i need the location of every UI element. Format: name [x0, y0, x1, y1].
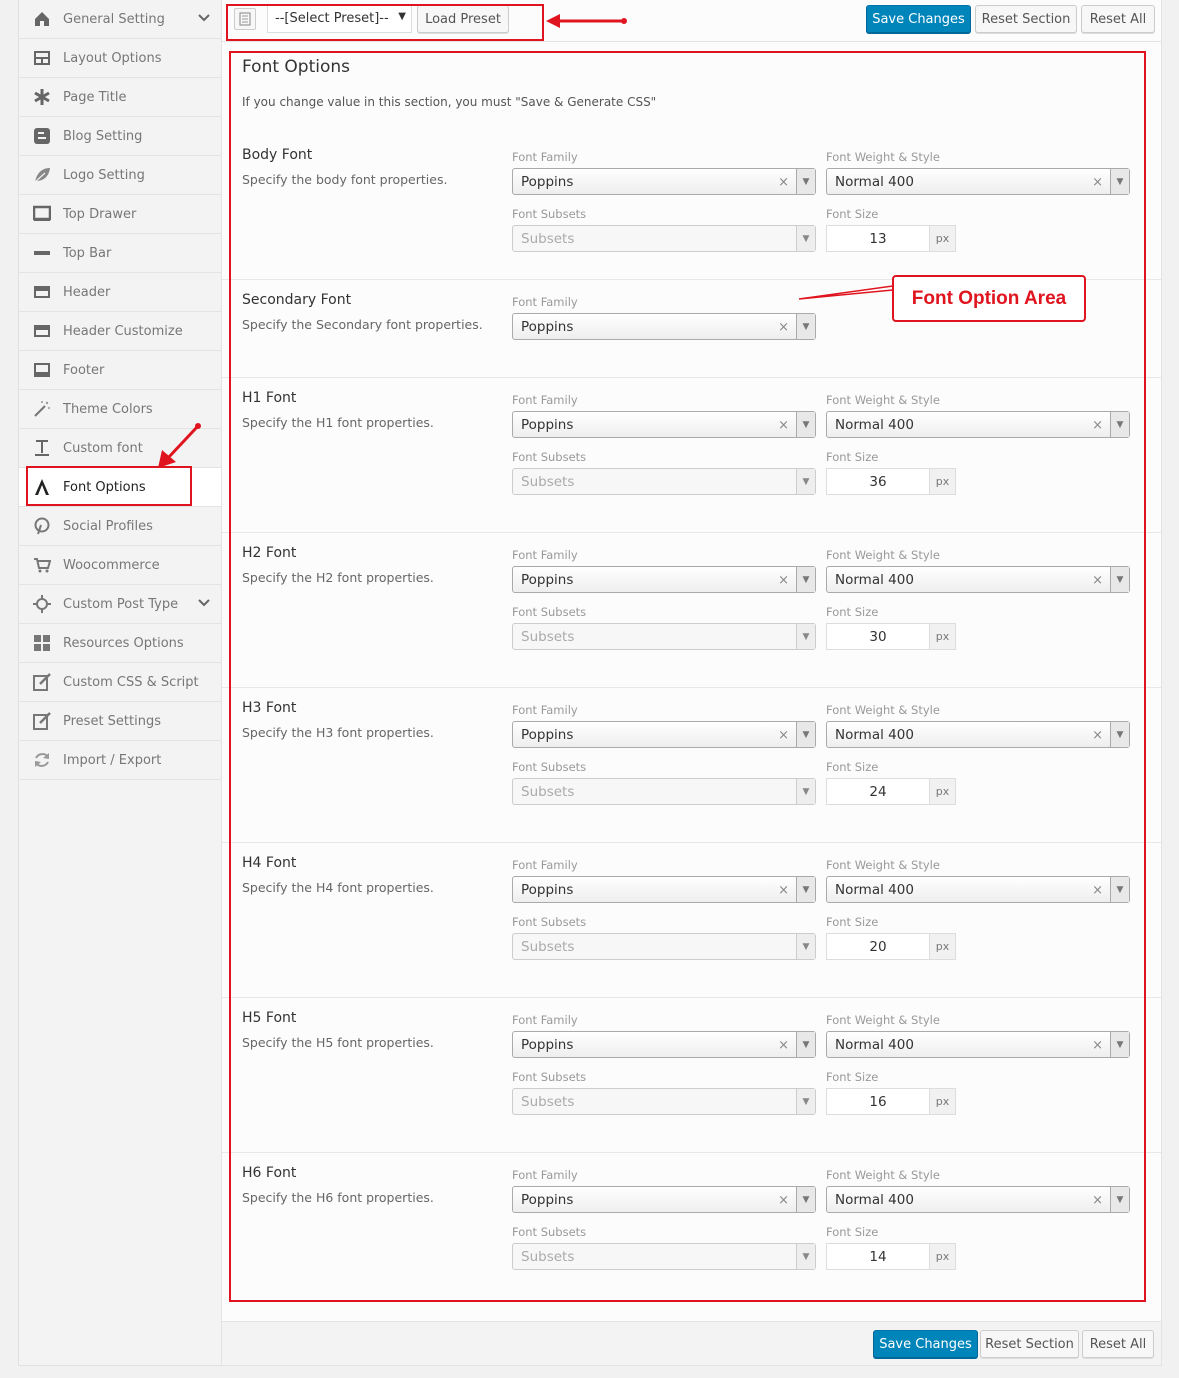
sidebar-item-header-customize[interactable]: Header Customize: [19, 312, 221, 351]
sidebar-nav: General Setting Layout Options Page Title B…: [18, 0, 222, 1366]
reset-section-button[interactable]: Reset Section: [975, 5, 1077, 33]
sidebar-item-page-title[interactable]: Page Title: [19, 78, 221, 117]
sidebar-item-header[interactable]: Header: [19, 273, 221, 312]
layout-icon: [33, 49, 51, 67]
magic-wand-icon: [33, 400, 51, 418]
edit-icon: [33, 712, 51, 730]
sidebar-item-label: Layout Options: [63, 50, 162, 66]
sidebar-item-social-profiles[interactable]: Social Profiles: [19, 507, 221, 546]
asterisk-icon: [33, 88, 51, 106]
sidebar-item-top-drawer[interactable]: Top Drawer: [19, 195, 221, 234]
monitor-icon: [33, 205, 51, 223]
reset-all-button-bottom[interactable]: Reset All: [1082, 1330, 1154, 1358]
annotation-callout-pointer: [798, 285, 894, 300]
sidebar-item-label: Logo Setting: [63, 167, 145, 183]
sidebar-item-blog-setting[interactable]: Blog Setting: [19, 117, 221, 156]
sidebar-item-label: Custom font: [63, 440, 143, 456]
refresh-icon: [33, 751, 51, 769]
blogger-icon: [33, 127, 51, 145]
sidebar-item-label: Resources Options: [63, 635, 184, 651]
sidebar-item-label: Top Drawer: [63, 206, 137, 222]
pinterest-icon: [33, 517, 51, 535]
grid-icon: [33, 634, 51, 652]
sidebar-item-label: Page Title: [63, 89, 127, 105]
minus-icon: [33, 244, 51, 262]
reset-section-button-bottom[interactable]: Reset Section: [980, 1330, 1079, 1358]
sidebar-item-logo-setting[interactable]: Logo Setting: [19, 156, 221, 195]
header-icon: [33, 283, 51, 301]
sidebar-item-preset-settings[interactable]: Preset Settings: [19, 702, 221, 741]
sidebar-item-footer[interactable]: Footer: [19, 351, 221, 390]
bottom-toolbar: Save Changes Reset Section Reset All: [222, 1321, 1161, 1365]
sidebar-item-label: Theme Colors: [63, 401, 153, 417]
sidebar-item-label: Footer: [63, 362, 105, 378]
sidebar-item-label: Preset Settings: [63, 713, 161, 729]
chevron-down-icon[interactable]: [197, 596, 211, 614]
sidebar-item-label: Top Bar: [63, 245, 112, 261]
sidebar-item-woocommerce[interactable]: Woocommerce: [19, 546, 221, 585]
sidebar-item-top-bar[interactable]: Top Bar: [19, 234, 221, 273]
annotation-arrow-preset: [546, 14, 627, 28]
sidebar-item-custom-post-type[interactable]: Custom Post Type: [19, 585, 221, 624]
sidebar-item-import-export[interactable]: Import / Export: [19, 741, 221, 780]
sidebar-item-label: Custom Post Type: [63, 596, 179, 612]
font-area-highlight-box: [229, 51, 1146, 1302]
sidebar-item-custom-css-script[interactable]: Custom CSS & Script: [19, 663, 221, 702]
sidebar-item-label: Woocommerce: [63, 557, 160, 573]
sidebar-item-label: Header: [63, 284, 111, 300]
footer-icon: [33, 361, 51, 379]
home-icon: [33, 10, 51, 28]
save-changes-button-bottom[interactable]: Save Changes: [873, 1330, 978, 1358]
sidebar-item-label: Import / Export: [63, 752, 162, 768]
sidebar-item-label: Custom CSS & Script: [63, 674, 199, 690]
sidebar-item-label: General Setting: [63, 11, 165, 27]
sidebar-item-label: Social Profiles: [63, 518, 153, 534]
reset-all-button[interactable]: Reset All: [1081, 5, 1155, 33]
header-customize-icon: [33, 322, 51, 340]
sidebar-item-label: Blog Setting: [63, 128, 143, 144]
edit-icon: [33, 673, 51, 691]
sidebar-item-layout-options[interactable]: Layout Options: [19, 39, 221, 78]
sidebar-item-resources-options[interactable]: Resources Options: [19, 624, 221, 663]
font-option-area-callout: Font Option Area: [892, 275, 1086, 322]
annotation-arrow-sidebar: [158, 423, 201, 468]
sidebar-item-general-setting[interactable]: General Setting: [19, 0, 221, 39]
leaf-icon: [33, 166, 51, 184]
save-changes-button[interactable]: Save Changes: [866, 5, 971, 33]
text-cursor-icon: [33, 439, 51, 457]
chevron-down-icon[interactable]: [197, 11, 211, 29]
crosshair-icon: [33, 595, 51, 613]
sidebar-item-label: Header Customize: [63, 323, 183, 339]
preset-highlight-box: [226, 4, 544, 41]
cart-icon: [33, 556, 51, 574]
font-options-highlight-box: [26, 466, 192, 506]
